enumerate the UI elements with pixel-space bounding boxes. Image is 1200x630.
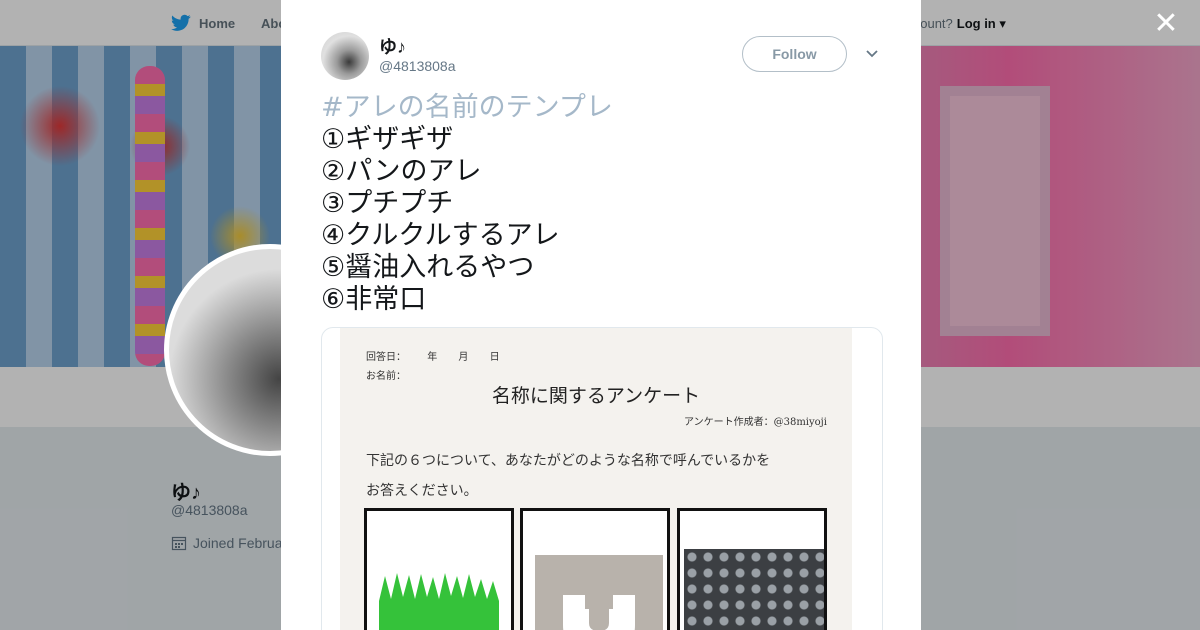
follow-button[interactable]: Follow (742, 36, 847, 72)
tweet-text: #アレの名前のテンプレ ①ギザギザ ②パンのアレ ③プチプチ ④クルクルするアレ… (321, 92, 901, 316)
photo-frame (364, 508, 514, 630)
photo-frame (520, 508, 670, 630)
instructions-line: お答えください。 (366, 483, 478, 499)
tweet-line: ④クルクルするアレ (321, 220, 560, 251)
survey-title: 名称に関するアンケート (491, 385, 701, 407)
avatar[interactable] (321, 32, 369, 80)
name-label: お名前： (366, 371, 406, 382)
answer-date-label: 回答日： (366, 352, 406, 363)
author-handle[interactable]: @4813808a (379, 58, 456, 74)
close-icon[interactable]: ✕ (1150, 8, 1182, 40)
survey-author: アンケート作成者：@38miyoji (684, 417, 827, 428)
grass-divider-photo (379, 571, 499, 630)
tweet-line: ⑥非常口 (321, 284, 427, 315)
bubble-wrap-photo (684, 549, 824, 630)
date-year: 年 (427, 352, 438, 363)
tweet-modal: ゆ♪ @4813808a Follow #アレの名前のテンプレ ①ギザギザ ②パ… (281, 0, 921, 630)
answer-date-line: 回答日： 年 月 日 (366, 348, 500, 363)
date-month: 月 (458, 352, 469, 363)
hashtag-link[interactable]: #アレの名前のテンプレ (321, 92, 901, 124)
chevron-down-icon[interactable] (864, 46, 880, 62)
survey-sheet: 回答日： 年 月 日 お名前： 名称に関するアンケート アンケート作成者：@38… (340, 328, 852, 630)
tweet-media-image[interactable]: 回答日： 年 月 日 お名前： 名称に関するアンケート アンケート作成者：@38… (321, 327, 883, 630)
author-name[interactable]: ゆ♪ (379, 33, 406, 59)
bread-clip-photo (535, 555, 663, 630)
date-day: 日 (489, 352, 500, 363)
tweet-line: ③プチプチ (321, 188, 454, 219)
tweet-line: ②パンのアレ (321, 156, 482, 187)
photo-frame (677, 508, 827, 630)
survey-instructions: 下記の６つについて、あなたがどのような名称で呼んでいるかを お答えください。 (366, 446, 770, 506)
instructions-line: 下記の６つについて、あなたがどのような名称で呼んでいるかを (366, 453, 771, 469)
tweet-line: ①ギザギザ (321, 124, 454, 155)
tweet-line: ⑤醤油入れるやつ (321, 252, 535, 283)
